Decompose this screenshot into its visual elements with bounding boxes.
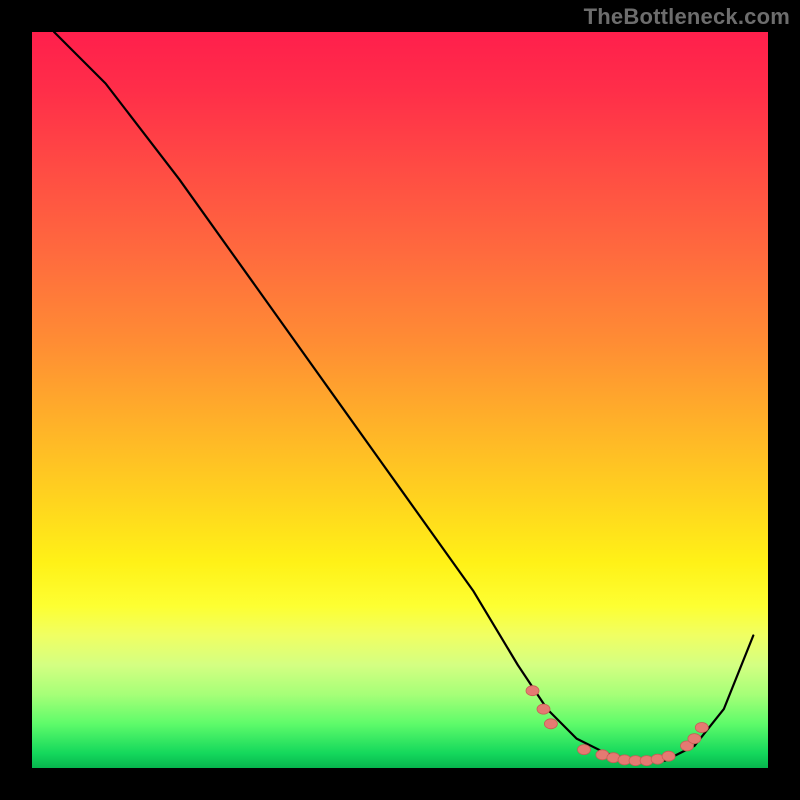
watermark-text: TheBottleneck.com bbox=[584, 4, 790, 30]
curve-marker bbox=[526, 686, 539, 696]
curve-marker bbox=[537, 704, 550, 714]
curve-marker bbox=[662, 751, 675, 761]
curve-marker bbox=[578, 745, 591, 755]
bottleneck-curve bbox=[54, 32, 753, 761]
chart-svg bbox=[32, 32, 768, 768]
curve-marker bbox=[695, 723, 708, 733]
chart-frame: TheBottleneck.com bbox=[0, 0, 800, 800]
curve-marker bbox=[544, 719, 557, 729]
curve-marker bbox=[688, 734, 701, 744]
plot-area bbox=[32, 32, 768, 768]
